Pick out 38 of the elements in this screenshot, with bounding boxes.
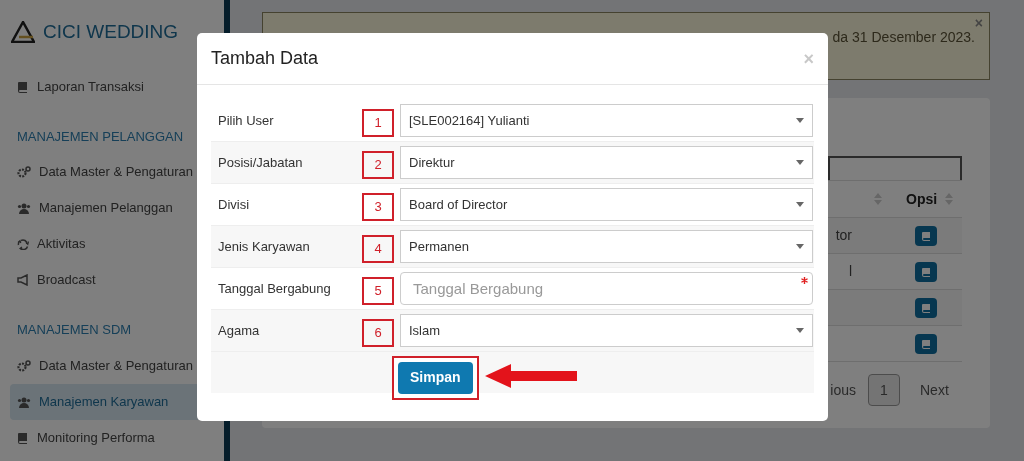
- sidebar-item[interactable]: Manajemen Pelanggan: [10, 190, 214, 226]
- sidebar-item[interactable]: Broadcast: [10, 262, 214, 298]
- select-field[interactable]: Direktur: [400, 146, 813, 179]
- select-field[interactable]: [SLE002164] Yulianti: [400, 104, 813, 137]
- annotation-number: 5: [362, 276, 394, 305]
- select-field[interactable]: Permanen: [400, 230, 813, 263]
- annotation-number: 6: [362, 318, 394, 347]
- alert-text: da 31 Desember 2023.: [832, 28, 975, 47]
- date-field[interactable]: Tanggal Bergabung: [400, 272, 813, 305]
- section-heading: MANAJEMEN SDM: [16, 321, 133, 339]
- modal-title: Tambah Data: [211, 47, 319, 70]
- field-label: Divisi: [217, 195, 251, 214]
- previous-link[interactable]: ious: [830, 379, 856, 401]
- field-label: Jenis Karyawan: [217, 237, 311, 256]
- sidebar-item[interactable]: Data Master & Pengaturan: [10, 347, 214, 384]
- select-field[interactable]: Islam: [400, 314, 813, 347]
- field-label: Posisi/Jabatan: [217, 153, 304, 172]
- annotation-number: 1: [362, 108, 394, 137]
- table-cell-text: tor: [835, 226, 852, 245]
- annotation-number: 2: [362, 150, 394, 179]
- sidebar-item[interactable]: Aktivitas: [10, 226, 214, 262]
- column-header: Opsi: [906, 189, 938, 209]
- sidebar-item[interactable]: Laporan Transaksi: [10, 68, 214, 105]
- next-link[interactable]: Next: [920, 379, 949, 401]
- field-label: Agama: [217, 321, 261, 340]
- brand-name: CICI WEDDING: [43, 20, 179, 44]
- field-label: Pilih User: [217, 111, 275, 130]
- field-label: Tanggal Bergabung: [217, 279, 332, 298]
- sidebar-item[interactable]: Monitoring Performa: [10, 419, 214, 456]
- table-cell-text: l: [848, 262, 852, 281]
- select-field[interactable]: Board of Director: [400, 188, 813, 221]
- sidebar-item[interactable]: Data Master & Pengaturan: [10, 154, 214, 190]
- annotation-number: 3: [362, 192, 394, 221]
- save-button[interactable]: Simpan: [398, 361, 473, 394]
- page-button[interactable]: 1: [868, 374, 900, 406]
- section-heading: MANAJEMEN PELANGGAN: [16, 127, 185, 146]
- close-icon[interactable]: ×: [974, 13, 983, 34]
- annotation-number: 4: [362, 234, 394, 263]
